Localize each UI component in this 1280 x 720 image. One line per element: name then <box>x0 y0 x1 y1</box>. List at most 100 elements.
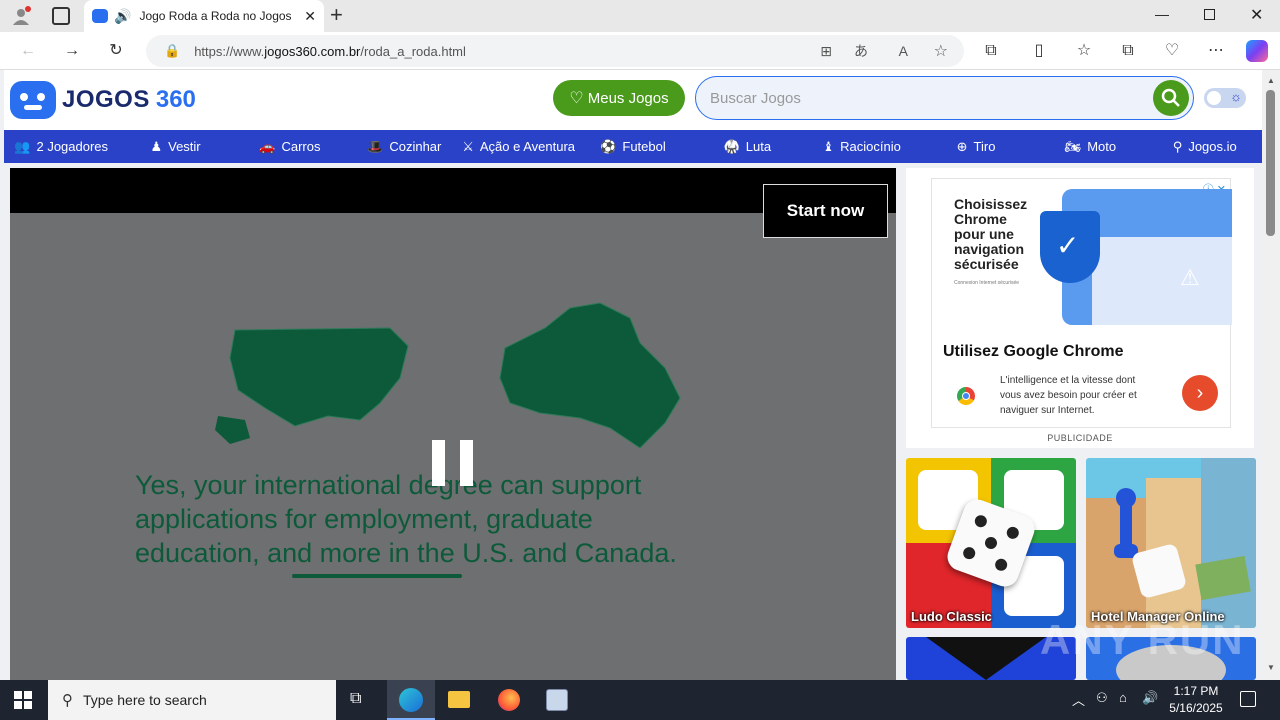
watermark: ANY RUN <box>1040 616 1245 663</box>
game-thumb-hotel-manager[interactable]: Hotel Manager Online <box>1086 458 1256 628</box>
page-scrollbar[interactable]: ▲ ▼ <box>1262 70 1280 680</box>
site-logo[interactable]: JOGOS 360 <box>10 80 196 120</box>
tray-network-icon[interactable]: ⚇ <box>1096 690 1108 706</box>
search-placeholder: Buscar Jogos <box>710 89 801 107</box>
forward-icon[interactable]: → <box>58 37 86 65</box>
game-frame[interactable]: Yes, your international degree can suppo… <box>10 168 896 680</box>
underline-stroke <box>292 574 462 578</box>
ad-browser-graphic: ✓ ⚠ <box>1040 189 1232 325</box>
app-taskbar-icon[interactable] <box>546 689 568 711</box>
minimize-icon[interactable]: — <box>1155 6 1169 22</box>
close-window-icon[interactable]: ✕ <box>1250 5 1263 25</box>
url-field[interactable]: 🔒 https://www. jogos360.com.br/roda_a_rod… <box>146 35 964 67</box>
motorcycle-icon: 🏍 <box>1064 138 1082 154</box>
lock-icon: 🔒 <box>164 43 181 58</box>
translate-icon[interactable]: あ <box>854 41 868 61</box>
notifications-icon[interactable] <box>1240 691 1256 707</box>
nav-item[interactable]: ⚽ Futebol <box>576 139 690 155</box>
clock-time: 1:17 PM <box>1173 684 1219 698</box>
video-ad[interactable]: Yes, your international degree can suppo… <box>10 213 896 680</box>
active-tab[interactable]: 🔊 Jogo Roda a Roda no Jogos ✕ <box>84 0 324 32</box>
shield-check-icon: ✓ <box>1056 230 1080 261</box>
scroll-thumb[interactable] <box>1266 90 1275 236</box>
search-button[interactable] <box>1153 80 1189 116</box>
ad-card[interactable]: ⓘ ✕ Choisissez Chrome pour une navigatio… <box>931 178 1232 428</box>
game-thumb-ludo[interactable]: Ludo Classic <box>906 458 1076 628</box>
edge-taskbar-icon[interactable] <box>387 680 435 720</box>
users-icon: 👥 <box>14 138 31 154</box>
address-bar-row: ← → ↻ 🔒 https://www. jogos360.com.br/roda… <box>0 32 1280 70</box>
taskbar-search-input[interactable]: ⚲ Type here to search <box>48 680 336 720</box>
web-page: JOGOS 360 ♡ Meus Jogos Buscar Jogos ☼ 👥 2… <box>0 70 1262 680</box>
tray-chevron-icon[interactable]: ︿ <box>1072 690 1085 709</box>
nav-item[interactable]: ♝ Raciocínio <box>805 139 919 155</box>
read-aloud-icon[interactable]: A <box>899 43 908 59</box>
io-icon: ⚲ <box>1172 138 1183 154</box>
scroll-up-icon[interactable]: ▲ <box>1267 76 1275 85</box>
firefox-icon[interactable] <box>498 689 520 711</box>
nav-item[interactable]: 🥋 Luta <box>690 139 804 155</box>
my-games-label: Meus Jogos <box>587 89 669 107</box>
ad-text-line-3: education, and more in the U.S. and Cana… <box>135 538 677 568</box>
taskbar-search-placeholder: Type here to search <box>83 692 207 708</box>
thumb-label: Ludo Classic <box>911 609 992 624</box>
ad-title: Utilisez Google Chrome <box>943 343 1124 360</box>
restore-icon[interactable] <box>1204 9 1215 20</box>
nav-item[interactable]: 🚗 Carros <box>233 139 347 155</box>
ad-next-button[interactable]: › <box>1182 375 1218 411</box>
us-map-graphic <box>215 327 409 444</box>
back-icon[interactable]: ← <box>14 37 42 65</box>
nav-item[interactable]: ⚔ Ação e Aventura <box>461 139 575 155</box>
pause-icon[interactable] <box>432 440 474 486</box>
tab-favicon-icon <box>92 9 108 23</box>
extensions-icon[interactable]: ⧉ <box>977 37 1005 65</box>
nav-item[interactable]: ⊕ Tiro <box>919 139 1033 155</box>
browser-tab-bar: 🔊 Jogo Roda a Roda no Jogos ✕ + — ✕ <box>0 0 1280 32</box>
start-now-button[interactable]: Start now <box>763 184 888 238</box>
refresh-icon[interactable]: ↻ <box>102 37 130 65</box>
scroll-down-icon[interactable]: ▼ <box>1267 663 1275 672</box>
file-explorer-icon[interactable] <box>448 691 470 708</box>
my-games-button[interactable]: ♡ Meus Jogos <box>553 80 685 116</box>
url-path: /roda_a_roda.html <box>360 43 466 59</box>
nav-item[interactable]: 🎩 Cozinhar <box>347 139 461 155</box>
search-input[interactable]: Buscar Jogos <box>695 76 1194 120</box>
new-tab-icon[interactable]: + <box>330 2 343 28</box>
tab-title: Jogo Roda a Roda no Jogos <box>139 9 292 23</box>
publicidade-label: PUBLICIDADE <box>1047 433 1113 443</box>
split-screen-icon[interactable]: ▯ <box>1025 37 1053 65</box>
tab-audio-icon[interactable]: 🔊 <box>114 8 131 25</box>
theme-toggle[interactable]: ☼ <box>1204 88 1246 108</box>
copilot-icon[interactable] <box>1246 40 1268 62</box>
start-button[interactable] <box>14 691 32 709</box>
clock-date: 5/16/2025 <box>1169 701 1223 715</box>
ad-body: L'intelligence et la vitesse dont vous a… <box>1000 375 1137 416</box>
windows-logo-icon <box>14 691 32 709</box>
tray-wifi-icon[interactable]: ⌂ <box>1119 690 1127 705</box>
app-grid-icon[interactable]: ⊞ <box>820 43 832 60</box>
tab-actions-icon[interactable] <box>52 7 70 25</box>
favorite-star-icon[interactable]: ☆ <box>934 41 948 61</box>
task-view-icon[interactable]: ⧉ <box>350 690 361 708</box>
chess-icon: ♝ <box>822 138 835 154</box>
favorites-icon[interactable]: ☆ <box>1070 37 1098 65</box>
more-menu-icon[interactable]: ⋯ <box>1202 37 1230 65</box>
clock[interactable]: 1:17 PM 5/16/2025 <box>1166 683 1226 717</box>
collections-icon[interactable]: ⧉ <box>1114 37 1142 65</box>
dress-icon: ♟ <box>150 138 163 154</box>
tab-close-icon[interactable]: ✕ <box>304 8 316 25</box>
nav-item[interactable]: ♟ Vestir <box>118 139 232 155</box>
profile-icon[interactable] <box>10 5 32 27</box>
ad-text-line-2: applications for employment, graduate <box>135 504 593 534</box>
soccer-ball-icon: ⚽ <box>600 138 617 154</box>
nav-item[interactable]: 🏍 Moto <box>1033 139 1147 155</box>
browser-essentials-icon[interactable]: ♡ <box>1158 37 1186 65</box>
tray-volume-icon[interactable]: 🔊 <box>1142 690 1158 706</box>
nav-item[interactable]: 👥 2 Jogadores <box>4 139 118 155</box>
start-now-label: Start now <box>786 201 865 220</box>
nav-item[interactable]: ⚲ Jogos.io <box>1148 139 1262 155</box>
chrome-logo-icon <box>957 387 975 405</box>
category-navbar: 👥 2 Jogadores ♟ Vestir 🚗 Carros 🎩 Cozinhar ⚔… <box>4 130 1262 163</box>
windows-taskbar: ⚲ Type here to search ⧉ ︿ ⚇ ⌂ 🔊 1:17 PM … <box>0 680 1280 720</box>
site-header: JOGOS 360 ♡ Meus Jogos Buscar Jogos ☼ <box>4 70 1262 130</box>
